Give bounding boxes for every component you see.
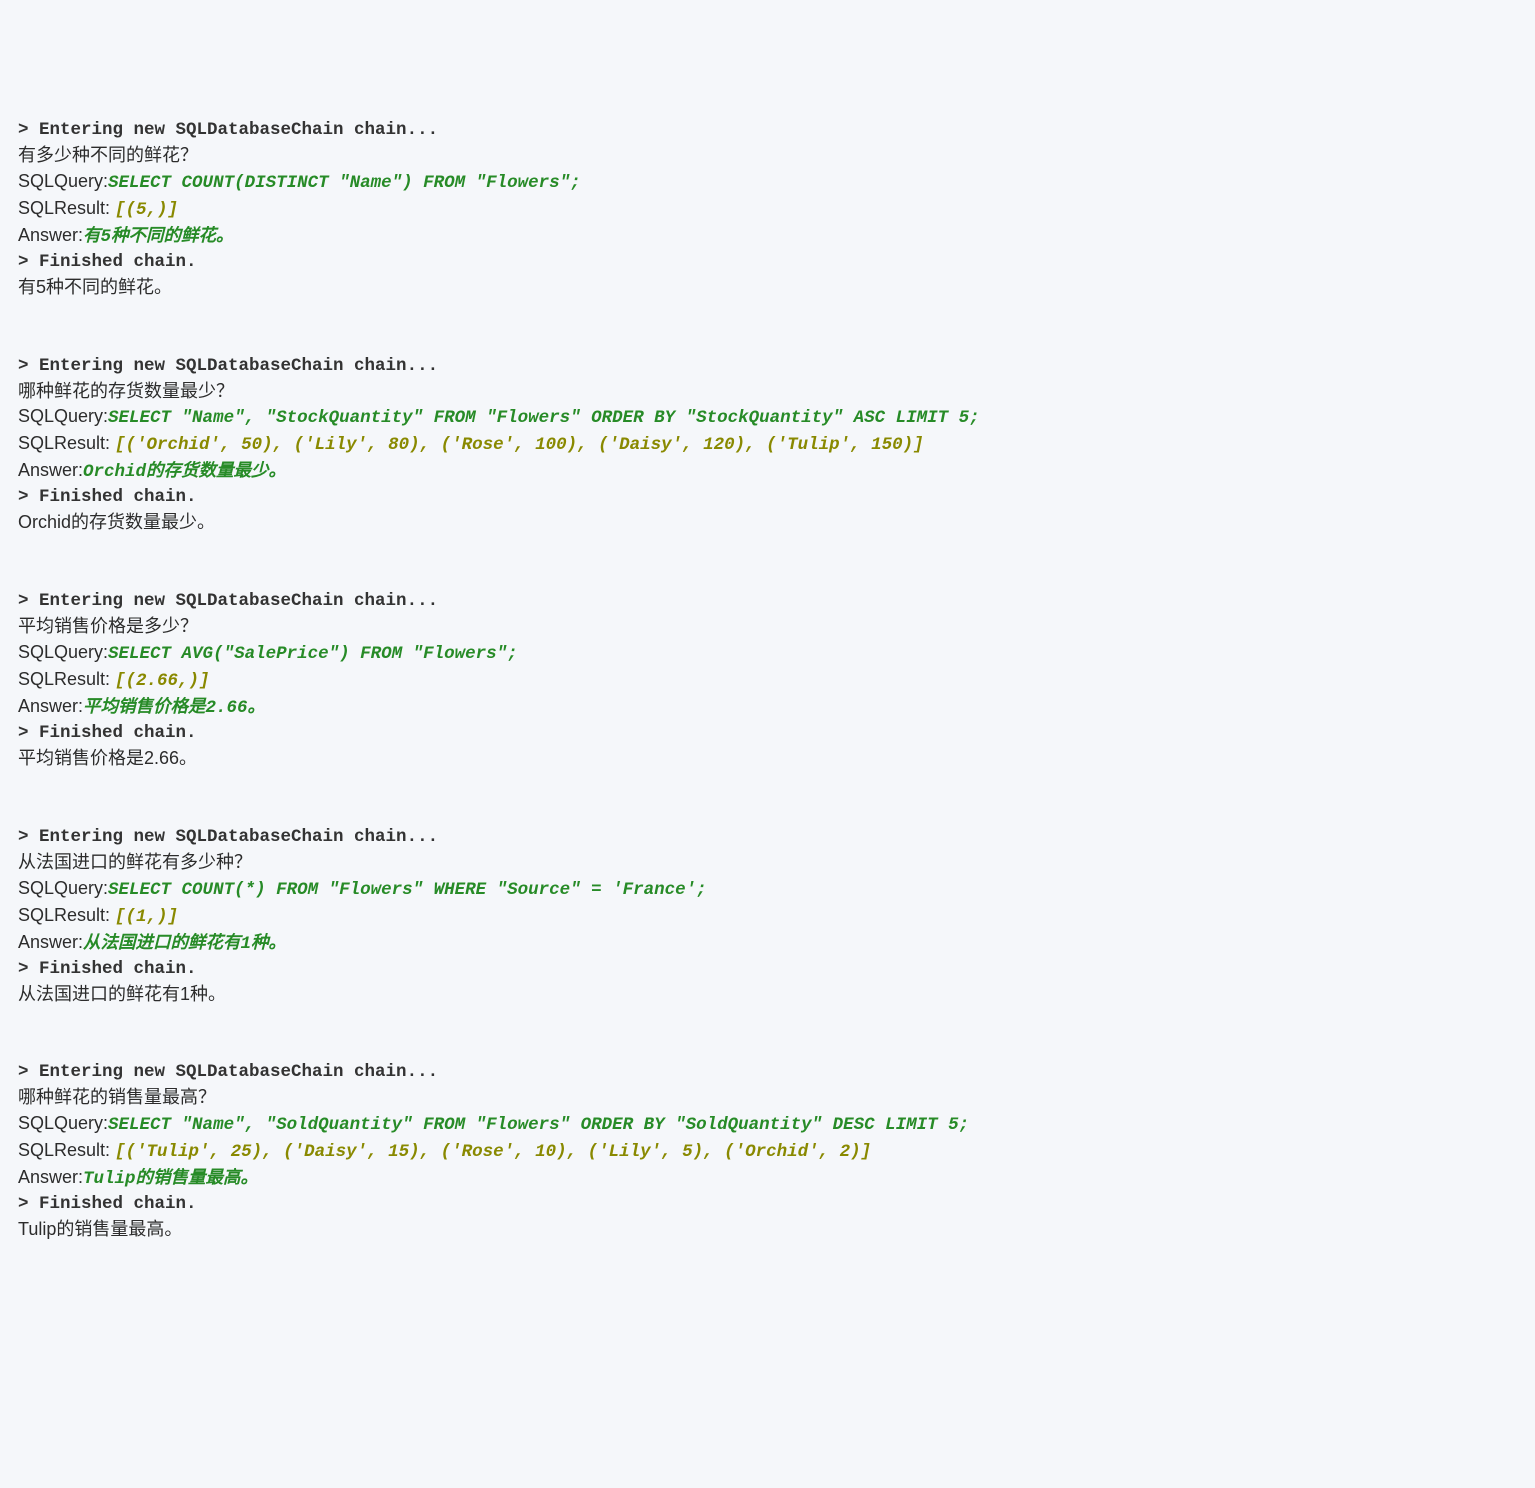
sql-query-value: SELECT COUNT(DISTINCT "Name") FROM "Flow…	[108, 173, 581, 193]
final-output-text: 平均销售价格是2.66。	[18, 746, 1517, 772]
answer-label: Answer:	[18, 932, 83, 952]
answer-label: Answer:	[18, 225, 83, 245]
sql-query-line: SQLQuery:SELECT "Name", "StockQuantity" …	[18, 404, 1517, 431]
answer-value: 有5种不同的鲜花。	[83, 227, 234, 247]
question-text: 哪种鲜花的销售量最高？	[18, 1085, 1517, 1111]
sql-query-line: SQLQuery:SELECT "Name", "SoldQuantity" F…	[18, 1111, 1517, 1138]
sql-result-value: [('Orchid', 50), ('Lily', 80), ('Rose', …	[115, 435, 924, 455]
final-output-text: 有5种不同的鲜花。	[18, 275, 1517, 301]
answer-value: 平均销售价格是2.66。	[83, 698, 265, 718]
question-text: 平均销售价格是多少？	[18, 614, 1517, 640]
blank-line	[18, 536, 1517, 561]
final-output-text: Tulip的销售量最高。	[18, 1217, 1517, 1243]
sql-result-label: SQLResult:	[18, 198, 115, 218]
blank-line	[18, 301, 1517, 326]
entering-chain-line: > Entering new SQLDatabaseChain chain...	[18, 354, 1517, 379]
chain-block: > Entering new SQLDatabaseChain chain...…	[18, 589, 1517, 797]
sql-result-label: SQLResult:	[18, 905, 115, 925]
blank-line	[18, 772, 1517, 797]
sql-query-label: SQLQuery:	[18, 171, 108, 191]
sql-result-line: SQLResult: [(2.66,)]	[18, 667, 1517, 694]
sql-query-label: SQLQuery:	[18, 642, 108, 662]
sql-query-label: SQLQuery:	[18, 878, 108, 898]
sql-result-value: [(2.66,)]	[115, 671, 210, 691]
sql-result-label: SQLResult:	[18, 433, 115, 453]
sql-result-line: SQLResult: [('Tulip', 25), ('Daisy', 15)…	[18, 1138, 1517, 1165]
sql-query-value: SELECT AVG("SalePrice") FROM "Flowers";	[108, 644, 518, 664]
sql-query-value: SELECT "Name", "SoldQuantity" FROM "Flow…	[108, 1115, 969, 1135]
question-text: 有多少种不同的鲜花？	[18, 143, 1517, 169]
final-output-text: Orchid的存货数量最少。	[18, 510, 1517, 536]
entering-chain-line: > Entering new SQLDatabaseChain chain...	[18, 589, 1517, 614]
entering-chain-line: > Entering new SQLDatabaseChain chain...	[18, 1060, 1517, 1085]
sql-result-line: SQLResult: [(5,)]	[18, 196, 1517, 223]
answer-label: Answer:	[18, 460, 83, 480]
answer-label: Answer:	[18, 696, 83, 716]
chain-block: > Entering new SQLDatabaseChain chain...…	[18, 354, 1517, 562]
sql-result-value: [('Tulip', 25), ('Daisy', 15), ('Rose', …	[115, 1142, 871, 1162]
finished-chain-line: > Finished chain.	[18, 1192, 1517, 1217]
finished-chain-line: > Finished chain.	[18, 485, 1517, 510]
sql-result-label: SQLResult:	[18, 669, 115, 689]
answer-line: Answer:平均销售价格是2.66。	[18, 694, 1517, 721]
blank-line	[18, 1243, 1517, 1268]
answer-line: Answer:从法国进口的鲜花有1种。	[18, 930, 1517, 957]
sql-result-label: SQLResult:	[18, 1140, 115, 1160]
sql-result-value: [(1,)]	[115, 907, 178, 927]
entering-chain-line: > Entering new SQLDatabaseChain chain...	[18, 825, 1517, 850]
answer-line: Answer:Orchid的存货数量最少。	[18, 458, 1517, 485]
terminal-output: > Entering new SQLDatabaseChain chain...…	[18, 118, 1517, 1268]
sql-query-label: SQLQuery:	[18, 1113, 108, 1133]
answer-value: Tulip的销售量最高。	[83, 1169, 258, 1189]
entering-chain-line: > Entering new SQLDatabaseChain chain...	[18, 118, 1517, 143]
sql-query-line: SQLQuery:SELECT AVG("SalePrice") FROM "F…	[18, 640, 1517, 667]
sql-result-value: [(5,)]	[115, 200, 178, 220]
sql-result-line: SQLResult: [('Orchid', 50), ('Lily', 80)…	[18, 431, 1517, 458]
sql-query-line: SQLQuery:SELECT COUNT(DISTINCT "Name") F…	[18, 169, 1517, 196]
sql-result-line: SQLResult: [(1,)]	[18, 903, 1517, 930]
finished-chain-line: > Finished chain.	[18, 721, 1517, 746]
answer-line: Answer:Tulip的销售量最高。	[18, 1165, 1517, 1192]
answer-label: Answer:	[18, 1167, 83, 1187]
sql-query-value: SELECT "Name", "StockQuantity" FROM "Flo…	[108, 408, 980, 428]
question-text: 从法国进口的鲜花有多少种？	[18, 850, 1517, 876]
sql-query-label: SQLQuery:	[18, 406, 108, 426]
answer-value: Orchid的存货数量最少。	[83, 462, 286, 482]
blank-line	[18, 1007, 1517, 1032]
final-output-text: 从法国进口的鲜花有1种。	[18, 982, 1517, 1008]
sql-query-line: SQLQuery:SELECT COUNT(*) FROM "Flowers" …	[18, 876, 1517, 903]
answer-line: Answer:有5种不同的鲜花。	[18, 223, 1517, 250]
answer-value: 从法国进口的鲜花有1种。	[83, 934, 286, 954]
chain-block: > Entering new SQLDatabaseChain chain...…	[18, 118, 1517, 326]
sql-query-value: SELECT COUNT(*) FROM "Flowers" WHERE "So…	[108, 880, 707, 900]
chain-block: > Entering new SQLDatabaseChain chain...…	[18, 1060, 1517, 1268]
chain-block: > Entering new SQLDatabaseChain chain...…	[18, 825, 1517, 1033]
finished-chain-line: > Finished chain.	[18, 957, 1517, 982]
finished-chain-line: > Finished chain.	[18, 250, 1517, 275]
question-text: 哪种鲜花的存货数量最少？	[18, 379, 1517, 405]
